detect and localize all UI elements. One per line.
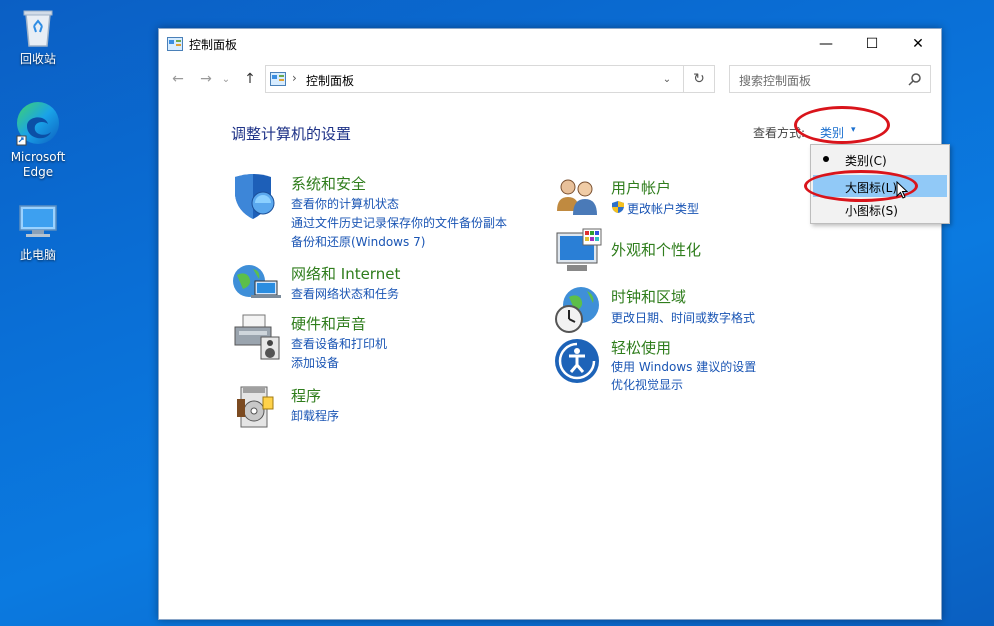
printer-icon	[234, 314, 280, 360]
window-title: 控制面板	[189, 38, 238, 52]
menu-item-category[interactable]: 类别(C)	[813, 148, 947, 170]
back-button[interactable]: ←	[167, 65, 189, 93]
category-heading[interactable]: 外观和个性化	[611, 239, 701, 260]
page-title: 调整计算机的设置	[231, 125, 352, 143]
programs-icon	[237, 386, 274, 428]
maximize-button[interactable]: ☐	[849, 29, 895, 59]
category-heading[interactable]: 网络和 Internet	[291, 263, 400, 284]
recent-locations-button[interactable]: ⌄	[219, 65, 233, 93]
forward-button[interactable]: →	[195, 65, 217, 93]
clock-globe-icon	[555, 287, 599, 333]
category-link[interactable]: 使用 Windows 建议的设置	[611, 358, 756, 375]
address-row: ← → ⌄ ↑ › 控制面板 ⌄ ↻ 搜索控制面板	[159, 65, 941, 93]
category-heading[interactable]: 时钟和区域	[611, 286, 686, 307]
category-link[interactable]: 备份和还原(Windows 7)	[291, 233, 425, 250]
category-link[interactable]: 查看你的计算机状态	[291, 195, 399, 212]
address-bar[interactable]: › 控制面板 ⌄	[265, 65, 715, 93]
desktop-icon-label: Microsoft Edge	[10, 150, 66, 179]
recycle-bin-icon	[23, 10, 53, 47]
breadcrumb-item[interactable]: 控制面板	[306, 72, 354, 89]
menu-item-small-icons[interactable]: 小图标(S)	[813, 198, 947, 220]
this-pc-icon	[19, 205, 57, 237]
breadcrumb-separator-icon: ›	[292, 71, 297, 85]
up-button[interactable]: ↑	[239, 65, 261, 93]
category-link[interactable]: 更改日期、时间或数字格式	[611, 309, 755, 326]
desktop-icon-this-pc[interactable]: 此电脑	[0, 202, 76, 263]
ease-of-access-icon	[555, 339, 599, 383]
close-button[interactable]: ✕	[895, 29, 941, 59]
category-link[interactable]: 添加设备	[291, 354, 339, 371]
category-heading[interactable]: 轻松使用	[611, 337, 671, 358]
control-panel-icon	[270, 72, 286, 86]
desktop-icon-label: 此电脑	[19, 248, 56, 262]
category-link[interactable]: 通过文件历史记录保存你的文件备份副本	[291, 214, 507, 231]
search-placeholder: 搜索控制面板	[739, 74, 812, 88]
category-heading[interactable]: 系统和安全	[291, 173, 366, 194]
monitor-icon	[556, 228, 602, 271]
search-icon	[908, 73, 921, 86]
desktop-icon-edge[interactable]: Microsoft Edge	[0, 100, 76, 180]
annotation-oval-view-by	[794, 106, 890, 144]
category-link[interactable]: 卸载程序	[291, 407, 339, 424]
edge-icon	[16, 102, 59, 146]
address-dropdown-button[interactable]: ⌄	[652, 66, 682, 92]
uac-shield-icon	[612, 201, 624, 213]
network-globe-icon	[233, 265, 281, 298]
category-link[interactable]: 更改帐户类型	[627, 200, 699, 217]
category-heading[interactable]: 用户帐户	[611, 177, 671, 198]
users-icon	[557, 179, 597, 215]
selected-bullet-icon	[823, 156, 829, 162]
category-heading[interactable]: 硬件和声音	[291, 313, 366, 334]
menu-item-label: 小图标(S)	[845, 204, 898, 218]
menu-item-label: 类别(C)	[845, 154, 887, 168]
search-input[interactable]: 搜索控制面板	[729, 65, 931, 93]
desktop-icon-recycle-bin[interactable]: 回收站	[0, 6, 76, 67]
shield-icon	[235, 174, 275, 219]
control-panel-icon	[167, 37, 183, 51]
category-link[interactable]: 查看网络状态和任务	[291, 285, 399, 302]
category-heading[interactable]: 程序	[291, 385, 321, 406]
category-link[interactable]: 优化视觉显示	[611, 376, 683, 393]
category-link[interactable]: 查看设备和打印机	[291, 335, 387, 352]
refresh-button[interactable]: ↻	[683, 65, 715, 93]
mouse-cursor-icon	[896, 181, 908, 199]
minimize-button[interactable]: —	[803, 29, 849, 59]
title-bar[interactable]: 控制面板 — ☐ ✕	[159, 29, 941, 59]
desktop-icon-label: 回收站	[19, 52, 56, 66]
